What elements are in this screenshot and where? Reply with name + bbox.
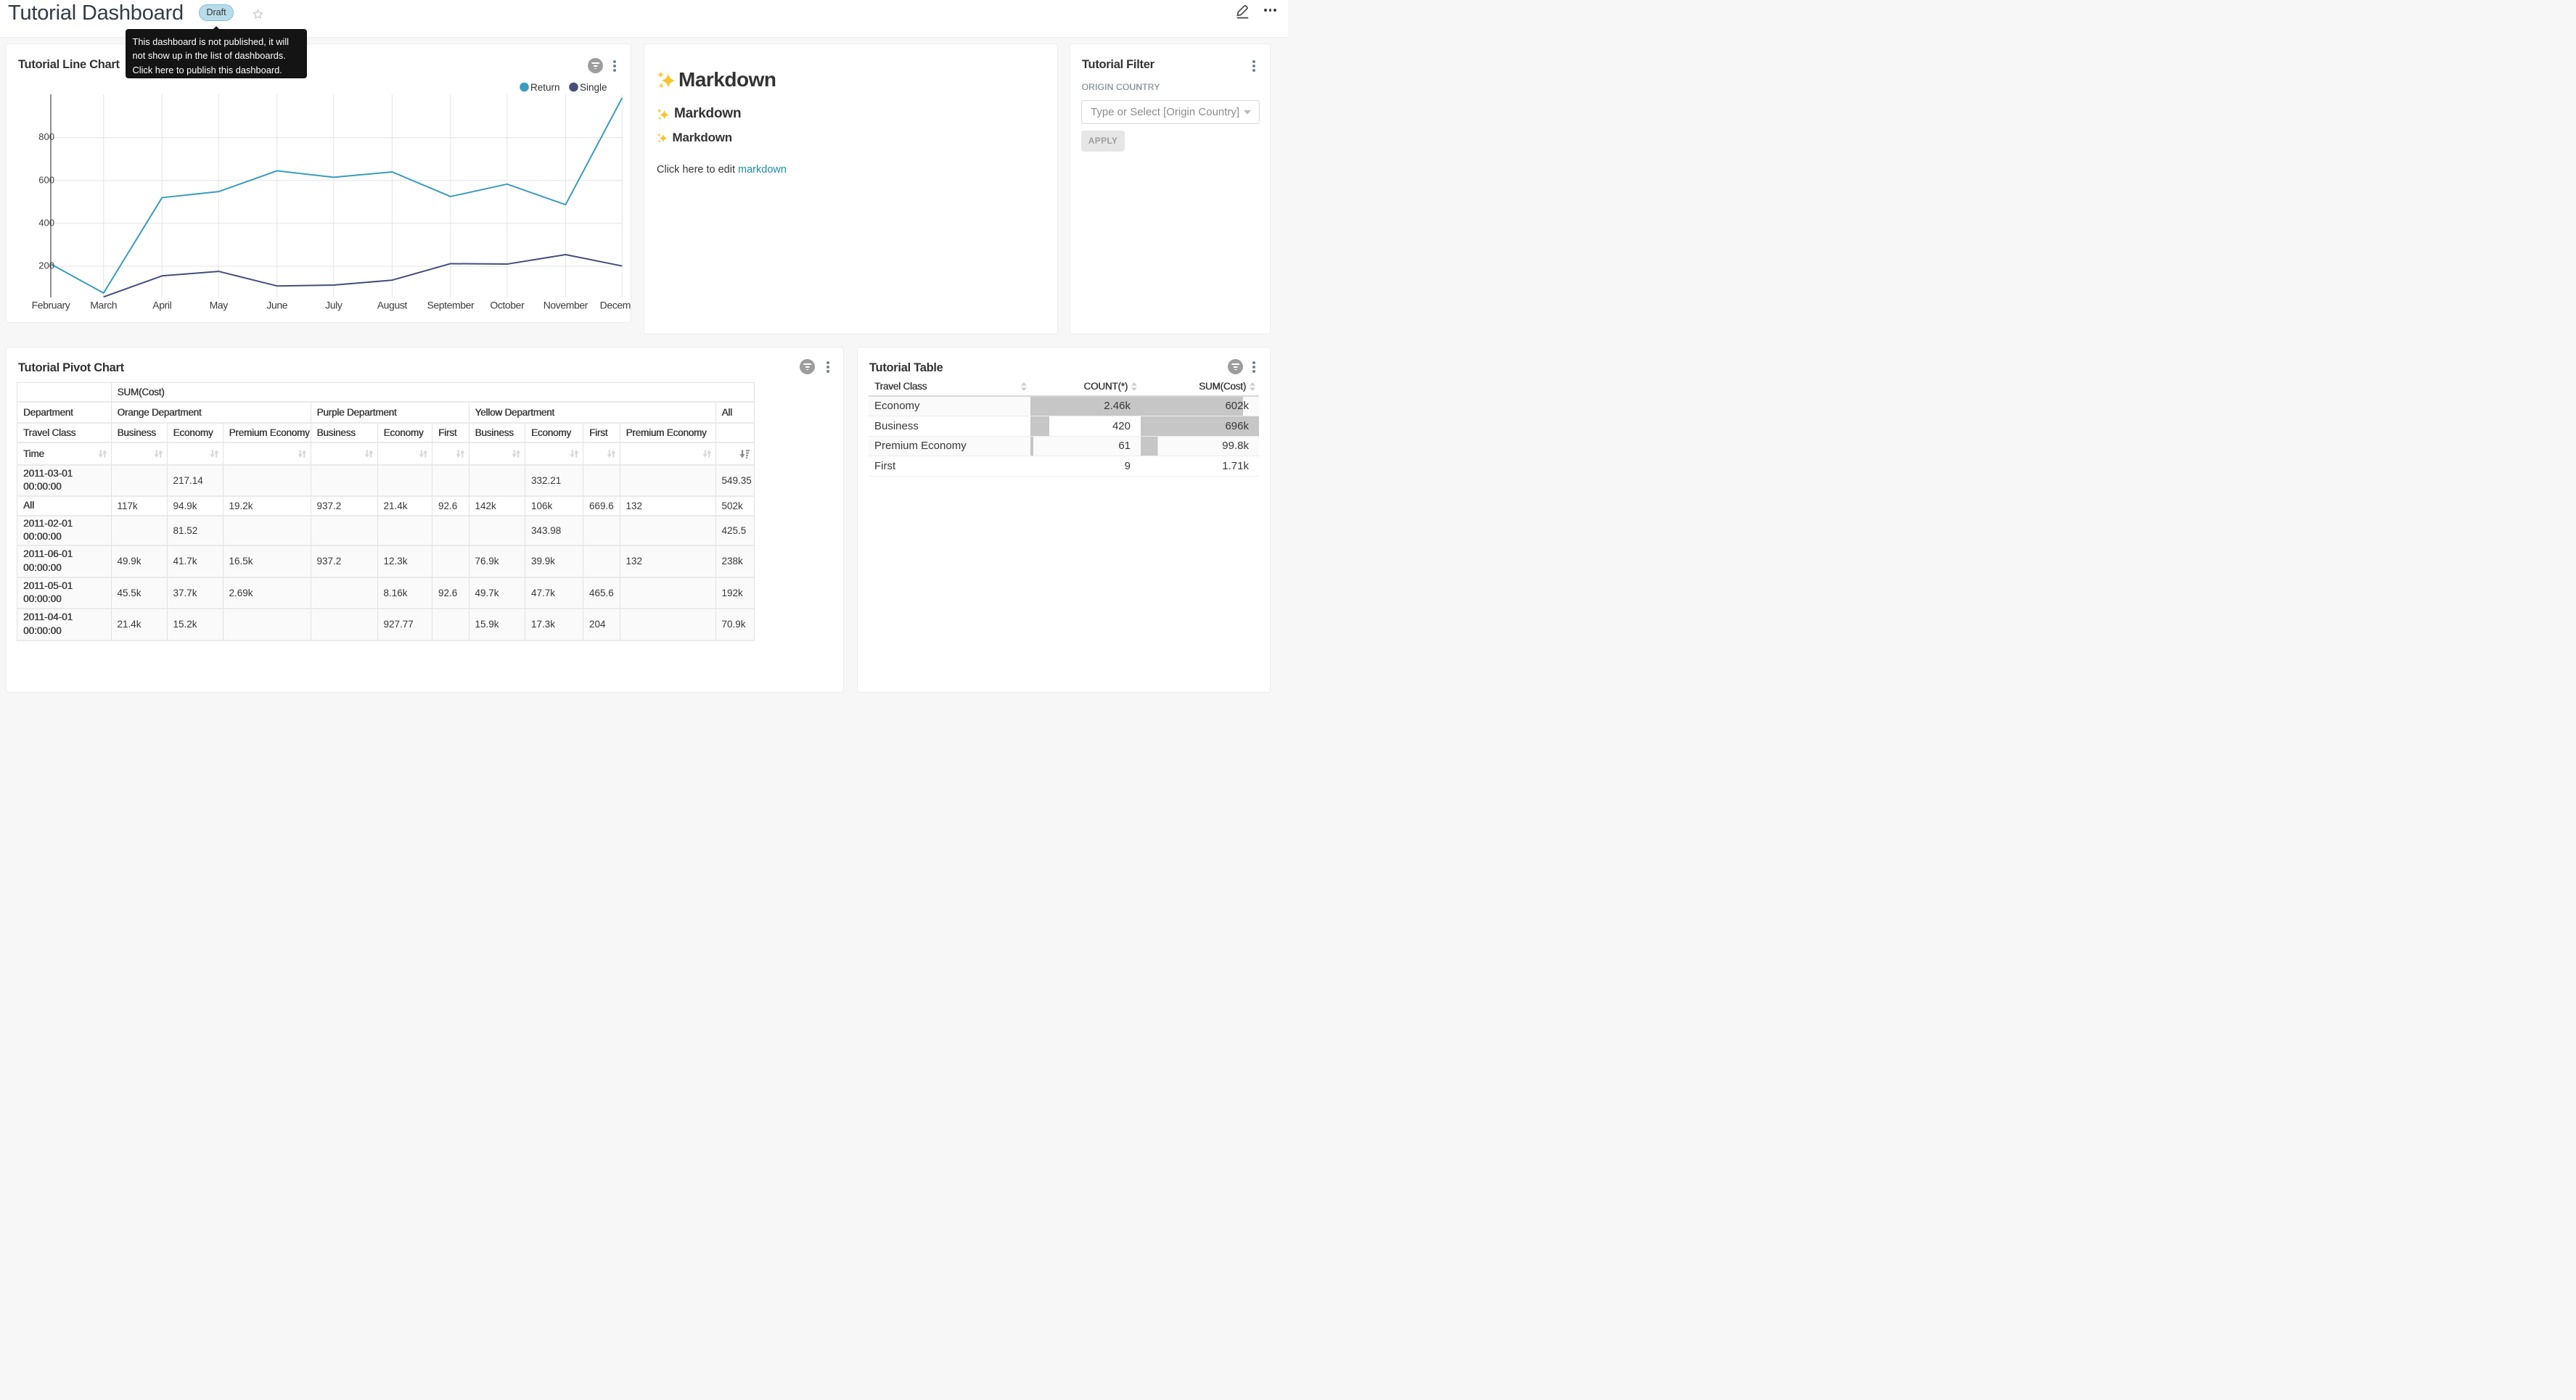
svg-text:Return: Return — [530, 82, 560, 93]
svg-text:July: July — [325, 300, 342, 311]
svg-text:400: 400 — [38, 217, 54, 228]
svg-text:May: May — [210, 300, 229, 311]
svg-text:September: September — [427, 300, 475, 311]
svg-text:200: 200 — [38, 260, 54, 271]
svg-text:November: November — [543, 300, 588, 311]
svg-text:Single: Single — [580, 82, 607, 93]
svg-text:August: August — [377, 300, 408, 311]
svg-text:600: 600 — [38, 174, 54, 185]
svg-text:800: 800 — [38, 131, 54, 142]
svg-text:February: February — [32, 300, 70, 311]
svg-text:June: June — [266, 300, 287, 311]
svg-text:December: December — [600, 300, 631, 311]
svg-text:October: October — [490, 300, 525, 311]
svg-text:April: April — [152, 300, 171, 311]
svg-text:March: March — [90, 300, 117, 311]
